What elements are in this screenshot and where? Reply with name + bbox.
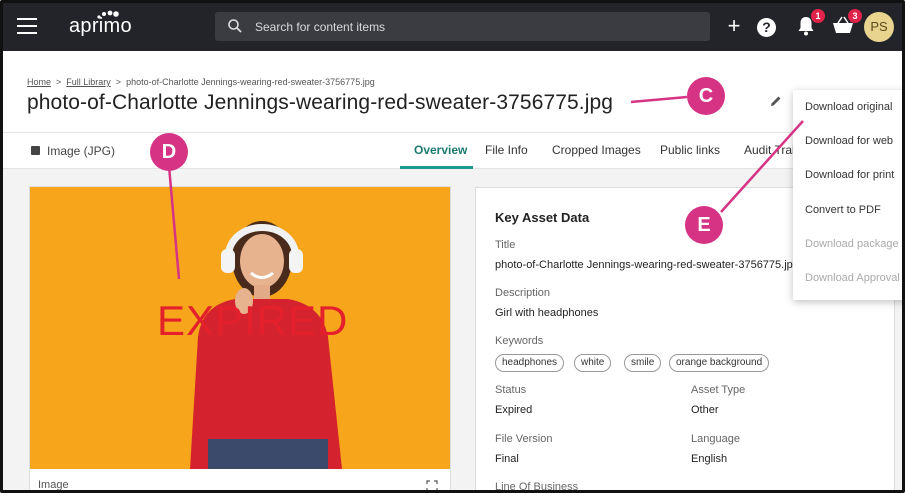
title-label: Title xyxy=(495,239,516,251)
line-of-business-label: Line Of Business xyxy=(495,481,579,493)
breadcrumb-library-link[interactable]: Full Library xyxy=(66,77,111,87)
keyword-chip[interactable]: headphones xyxy=(495,354,565,372)
file-version-value: Final xyxy=(495,453,519,465)
callout-c: C xyxy=(687,77,725,115)
keywords-label: Keywords xyxy=(495,335,544,347)
menu-download-approval: Download Approval xyxy=(805,272,900,284)
search-icon xyxy=(228,19,242,33)
key-asset-data-heading: Key Asset Data xyxy=(495,210,590,225)
asset-type-field-label: Asset Type xyxy=(691,384,746,396)
avatar[interactable]: PS xyxy=(864,12,894,42)
status-label: Status xyxy=(495,384,527,396)
menu-download-original[interactable]: Download original xyxy=(805,101,892,113)
tab-public-links[interactable]: Public links xyxy=(660,143,720,157)
keyword-chip[interactable]: orange background xyxy=(669,354,770,372)
help-icon[interactable]: ? xyxy=(757,18,776,37)
cart-badge: 3 xyxy=(848,9,862,23)
image-caption: Image xyxy=(38,479,69,491)
breadcrumb: Home > Full Library > photo-of-Charlotte Jen… xyxy=(27,77,375,87)
breadcrumb-chevron-icon: > xyxy=(56,77,62,87)
tab-cropped-images[interactable]: Cropped Images xyxy=(552,143,641,157)
callout-d: D xyxy=(150,133,188,171)
tabs-row: Image (JPG) Overview File Info Cropped I… xyxy=(3,133,902,169)
description-label: Description xyxy=(495,287,551,299)
language-value: English xyxy=(691,453,728,465)
breadcrumb-home-link[interactable]: Home xyxy=(27,77,51,87)
asset-type-text: Image (JPG) xyxy=(47,144,116,158)
title-value: photo-of-Charlotte Jennings-wearing-red-… xyxy=(495,259,799,271)
menu-download-for-web[interactable]: Download for web xyxy=(805,135,893,147)
image-preview-card: EXPIRED Image xyxy=(29,186,451,492)
top-bar: aprimo + ? 1 3 PS xyxy=(3,3,902,51)
image-icon xyxy=(31,146,40,155)
tab-audit-trail[interactable]: Audit Trai xyxy=(744,143,795,157)
search-box[interactable] xyxy=(215,12,710,41)
asset-image[interactable]: EXPIRED xyxy=(30,187,450,469)
file-version-label: File Version xyxy=(495,433,553,445)
menu-icon[interactable] xyxy=(17,18,37,34)
status-value: Expired xyxy=(495,404,533,416)
language-label: Language xyxy=(691,433,740,445)
app-window: aprimo + ? 1 3 PS Home > Full Library > phot… xyxy=(0,0,905,493)
menu-download-package: Download package xyxy=(805,238,899,250)
fullscreen-icon[interactable] xyxy=(426,480,438,492)
edit-icon[interactable] xyxy=(769,94,783,108)
basket-icon[interactable]: 3 xyxy=(832,9,862,38)
keyword-chip[interactable]: white xyxy=(574,354,612,372)
menu-download-for-print[interactable]: Download for print xyxy=(805,169,894,181)
keyword-chip[interactable]: smile xyxy=(624,354,662,372)
asset-type-value: Other xyxy=(691,404,719,416)
app-logo[interactable]: aprimo xyxy=(69,15,132,38)
search-input[interactable] xyxy=(255,12,695,41)
notification-badge: 1 xyxy=(811,9,825,23)
description-value: Girl with headphones xyxy=(495,307,599,319)
add-icon[interactable]: + xyxy=(723,15,745,37)
menu-convert-to-pdf[interactable]: Convert to PDF xyxy=(805,204,881,216)
bell-icon[interactable]: 1 xyxy=(795,9,825,38)
tab-file-info[interactable]: File Info xyxy=(485,143,528,157)
tab-overview[interactable]: Overview xyxy=(414,143,467,157)
breadcrumb-current: photo-of-Charlotte Jennings-wearing-red-… xyxy=(126,77,375,87)
asset-type-label: Image (JPG) xyxy=(31,144,115,158)
download-menu: Download original Download for web Downl… xyxy=(793,90,902,300)
breadcrumb-chevron-icon: > xyxy=(115,77,122,87)
asset-header: Home > Full Library > photo-of-Charlotte Jen… xyxy=(3,51,902,133)
expired-overlay: EXPIRED xyxy=(157,297,349,344)
page-title: photo-of-Charlotte Jennings-wearing-red-… xyxy=(27,91,614,114)
callout-e: E xyxy=(685,206,723,244)
active-tab-indicator xyxy=(400,166,473,169)
